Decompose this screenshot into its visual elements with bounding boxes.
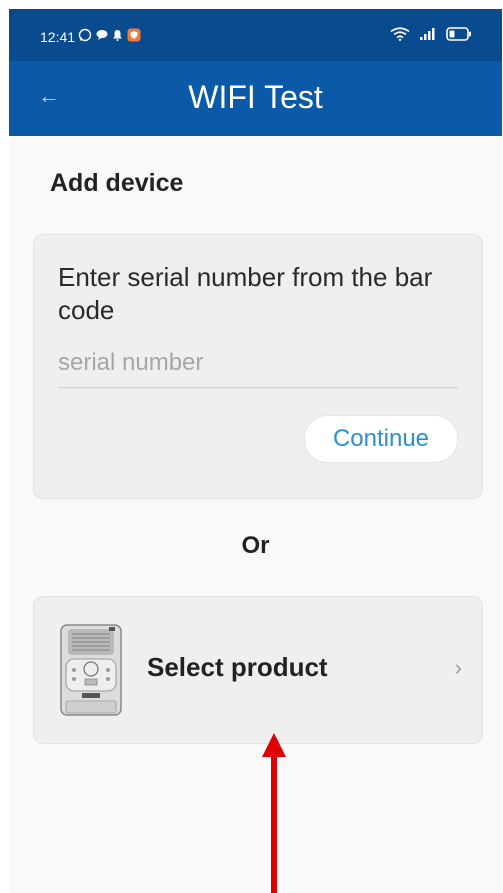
notification-bell-icon <box>113 30 122 41</box>
status-time: 12:41 <box>40 29 76 45</box>
status-notification-icons <box>78 28 141 42</box>
chevron-right-icon: › <box>454 655 462 680</box>
serial-number-input[interactable] <box>58 339 458 388</box>
app-bar: ← WIFI Test <box>9 61 502 136</box>
battery-icon <box>446 27 471 41</box>
section-title: Add device <box>50 169 184 197</box>
signal-icon <box>420 28 435 40</box>
continue-button[interactable]: Continue <box>304 415 458 463</box>
device-product-image <box>60 624 122 716</box>
status-bar: 12:41 <box>9 9 502 61</box>
chat-icon <box>96 30 108 40</box>
phone-screen: 12:41 ← WIFI Test Add device Enter seria… <box>9 9 502 893</box>
serial-number-label: Enter serial number from the bar code <box>58 262 433 325</box>
whatsapp-icon <box>78 28 92 42</box>
page-title: WIFI Test <box>188 79 323 115</box>
status-system-icons <box>390 27 472 41</box>
serial-number-card: Enter serial number from the bar code Co… <box>33 234 483 499</box>
select-product-card[interactable]: Select product › <box>33 596 483 744</box>
shield-app-icon <box>127 28 141 42</box>
select-product-label: Select product <box>147 652 328 682</box>
red-arrow-up-annotation <box>262 733 286 893</box>
or-separator: Or <box>241 532 270 559</box>
wifi-icon <box>390 27 410 41</box>
